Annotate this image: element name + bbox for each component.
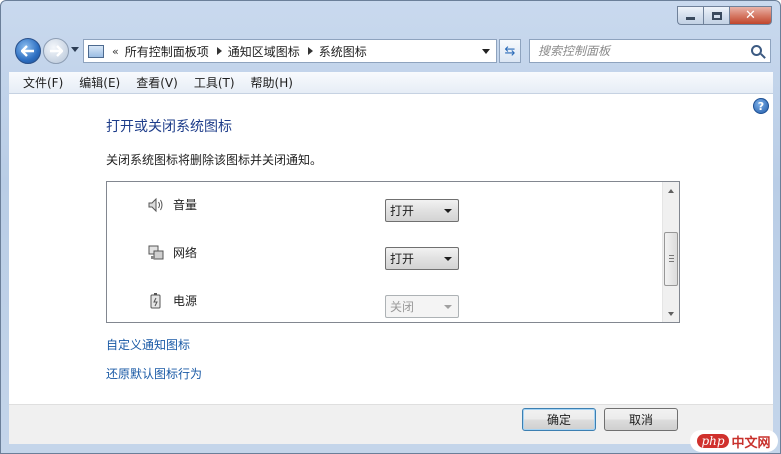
forward-button[interactable]	[43, 38, 69, 64]
navigation-bar: « 所有控制面板项 通知区域图标 系统图标 ⇆	[13, 37, 771, 67]
watermark-php: php	[697, 434, 729, 448]
breadcrumb-system-icons[interactable]: 系统图标	[319, 43, 367, 60]
address-dropdown-icon[interactable]	[482, 49, 490, 54]
breadcrumb-notification-icons[interactable]: 通知区域图标	[228, 43, 300, 60]
network-behavior-select[interactable]: 打开	[385, 247, 459, 270]
close-button[interactable]: ✕	[729, 6, 772, 25]
maximize-icon	[711, 11, 722, 20]
maximize-button[interactable]	[703, 6, 729, 25]
menu-file[interactable]: 文件(F)	[9, 74, 71, 91]
chevron-down-icon	[444, 305, 452, 309]
chevron-right-icon[interactable]	[307, 47, 313, 55]
network-icon	[148, 245, 164, 260]
ok-button[interactable]: 确定	[522, 408, 596, 431]
close-icon: ✕	[745, 8, 756, 23]
help-icon[interactable]: ?	[753, 98, 769, 114]
page-title: 打开或关闭系统图标	[106, 119, 232, 135]
arrow-left-icon	[21, 45, 34, 57]
list-item: 电源 关闭	[107, 278, 663, 322]
chevron-down-icon	[668, 311, 674, 316]
scroll-down-button[interactable]	[663, 305, 679, 322]
restore-default-icons-link[interactable]: 还原默认图标行为	[106, 365, 202, 382]
site-watermark: php 中文网	[690, 430, 778, 452]
customize-notification-icons-link[interactable]: 自定义通知图标	[106, 336, 190, 353]
search-box	[529, 39, 771, 63]
scroll-up-button[interactable]	[663, 182, 679, 199]
chevron-right-icon[interactable]	[216, 47, 222, 55]
chevron-down-icon	[444, 257, 452, 261]
address-bar[interactable]: « 所有控制面板项 通知区域图标 系统图标	[83, 39, 497, 63]
search-input[interactable]	[538, 44, 738, 58]
power-icon	[150, 293, 161, 309]
breadcrumb-all-items[interactable]: 所有控制面板项	[125, 43, 209, 60]
caption-buttons: ✕	[677, 6, 772, 25]
list-scrollbar[interactable]	[662, 182, 679, 322]
watermark-cn: 中文网	[731, 435, 771, 451]
power-behavior-select: 关闭	[385, 295, 459, 318]
control-panel-icon	[88, 44, 104, 58]
list-item: 音量 打开	[107, 182, 663, 230]
back-button[interactable]	[15, 38, 41, 64]
chevron-up-icon	[668, 188, 674, 193]
search-icon[interactable]	[751, 45, 762, 56]
system-icons-list: 音量 打开 网络 打开 电源 关闭	[106, 181, 680, 323]
minimize-icon	[686, 17, 695, 20]
content-area: ? 打开或关闭系统图标 关闭系统图标将删除该图标并关闭通知。 音量 打开 网络 …	[9, 94, 773, 404]
icon-label-volume: 音量	[173, 198, 198, 212]
cancel-button[interactable]: 取消	[604, 408, 678, 431]
menu-bar: 文件(F) 编辑(E) 查看(V) 工具(T) 帮助(H)	[9, 72, 773, 94]
grip-line	[669, 255, 674, 256]
icon-label-network: 网络	[173, 246, 198, 260]
icon-label-power: 电源	[173, 294, 198, 308]
grip-line	[669, 261, 674, 262]
page-description: 关闭系统图标将删除该图标并关闭通知。	[106, 153, 323, 167]
menu-view[interactable]: 查看(V)	[128, 74, 186, 91]
control-panel-window: ✕ « 所有控制面板项 通知区域图标 系统图标 ⇆ 文件(F) 编辑(E) 查看…	[0, 0, 781, 454]
selected-value: 打开	[390, 252, 415, 266]
selected-value: 打开	[390, 204, 415, 218]
grip-line	[669, 258, 674, 259]
refresh-button[interactable]: ⇆	[499, 39, 521, 63]
menu-tools[interactable]: 工具(T)	[186, 74, 243, 91]
menu-edit[interactable]: 编辑(E)	[71, 74, 128, 91]
minimize-button[interactable]	[677, 6, 703, 25]
volume-icon	[148, 197, 163, 213]
dialog-footer: 确定 取消	[9, 404, 773, 444]
chevron-down-icon	[444, 209, 452, 213]
volume-behavior-select[interactable]: 打开	[385, 199, 459, 222]
menu-help[interactable]: 帮助(H)	[243, 74, 301, 91]
recent-pages-dropdown[interactable]	[71, 47, 79, 52]
list-item: 网络 打开	[107, 230, 663, 278]
selected-value: 关闭	[390, 300, 415, 314]
arrow-right-icon	[50, 45, 63, 57]
address-overflow[interactable]: «	[112, 45, 119, 58]
scroll-thumb[interactable]	[664, 232, 678, 286]
refresh-icon: ⇆	[504, 43, 516, 59]
